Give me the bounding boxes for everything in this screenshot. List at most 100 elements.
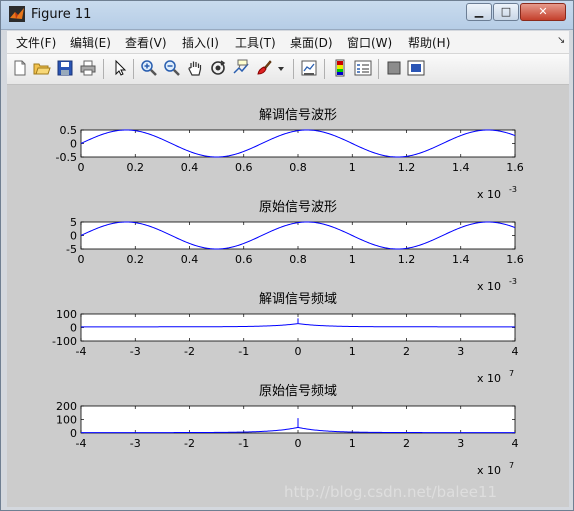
x-tick-label: 0 — [78, 161, 85, 174]
figure-window: Figure 11 ▁ □ ✕ 文件(F) 编辑(E) 查看(V) 插入(I) … — [0, 0, 574, 511]
data-cursor-icon[interactable] — [232, 59, 250, 77]
menu-view[interactable]: 查看(V) — [125, 34, 167, 51]
subplot-title: 解调信号频域 — [259, 292, 337, 307]
y-tick-label: 100 — [56, 414, 77, 427]
brush-icon[interactable] — [255, 59, 273, 77]
x-tick-label: 0.2 — [127, 161, 145, 174]
open-file-icon[interactable] — [33, 59, 51, 77]
save-icon[interactable] — [56, 59, 74, 77]
x-tick-label: -3 — [130, 345, 141, 358]
subplot-2: 原始信号波形0 0.2 0.4 0.6 0.8 1 1.2 1.4 1.650-5x 10 -3 — [66, 200, 524, 293]
x-tick-label: 1 — [349, 161, 356, 174]
x-axis-multiplier-exponent: 7 — [509, 369, 514, 378]
x-axis-multiplier: x 10 — [477, 280, 501, 293]
subplot-1: 解调信号波形0 0.2 0.4 0.6 0.8 1 1.2 1.4 1.60.50-0.5x 1… — [56, 108, 524, 201]
figure-plots: 解调信号波形0 0.2 0.4 0.6 0.8 1 1.2 1.4 1.60.50-0.5x 1… — [52, 108, 524, 501]
hide-plot-tools-icon[interactable] — [385, 59, 403, 77]
x-tick-label: 0 — [78, 253, 85, 266]
y-tick-label: 0 — [70, 427, 77, 440]
x-tick-label: -4 — [76, 437, 87, 450]
insert-legend-icon[interactable] — [354, 59, 372, 77]
x-tick-label: 0 — [295, 437, 302, 450]
x-tick-label: 0.6 — [235, 253, 253, 266]
x-tick-label: 0.8 — [289, 253, 307, 266]
x-axis-multiplier: x 10 — [477, 188, 501, 201]
x-tick-label: 1 — [349, 345, 356, 358]
subplot-3: 解调信号频域-4 -3 -2 -1 0 1 2 3 41000-100x 10 7 — [52, 292, 518, 385]
x-tick-label: 2 — [403, 345, 410, 358]
x-tick-label: -2 — [184, 345, 195, 358]
y-tick-label: 0 — [70, 322, 77, 335]
x-axis-multiplier: x 10 — [477, 464, 501, 477]
x-axis-multiplier-exponent: -3 — [509, 185, 517, 194]
y-tick-label: 0.5 — [60, 124, 78, 137]
insert-colorbar-icon[interactable] — [331, 59, 349, 77]
x-tick-label: 3 — [457, 345, 464, 358]
link-plot-icon[interactable] — [300, 59, 318, 77]
minimize-button[interactable]: ▁ — [466, 3, 492, 21]
y-tick-label: 100 — [56, 308, 77, 321]
x-tick-label: 0.4 — [181, 253, 199, 266]
zoom-out-icon[interactable] — [163, 59, 181, 77]
x-tick-label: 1 — [349, 253, 356, 266]
toolbar-separator — [378, 59, 379, 79]
x-tick-label: 2 — [403, 437, 410, 450]
title-bar[interactable]: Figure 11 ▁ □ ✕ — [1, 1, 573, 30]
x-tick-label: -4 — [76, 345, 87, 358]
axes-box — [80, 221, 516, 250]
subplot-title: 原始信号频域 — [259, 384, 337, 399]
x-tick-label: 1.4 — [452, 253, 470, 266]
show-plot-tools-icon[interactable] — [407, 59, 425, 77]
menu-overflow-icon[interactable]: ↘ — [557, 35, 565, 46]
menu-edit[interactable]: 编辑(E) — [70, 34, 111, 51]
window-title: Figure 11 — [31, 7, 92, 22]
toolbar-separator — [103, 59, 104, 79]
x-tick-label: 0.8 — [289, 161, 307, 174]
y-tick-label: 200 — [56, 400, 77, 413]
x-axis-multiplier: x 10 — [477, 372, 501, 385]
menu-bar: 文件(F) 编辑(E) 查看(V) 插入(I) 工具(T) 桌面(D) 窗口(W… — [7, 31, 569, 54]
figure-canvas: 解调信号波形 0 0.2 0.4 0.6 0.8 1 1.2 1.4 1.6 0.5 0 -0.5 x 1… — [7, 85, 569, 507]
axes-box — [80, 129, 516, 158]
print-icon[interactable] — [79, 59, 97, 77]
x-axis-multiplier-exponent: -3 — [509, 277, 517, 286]
y-tick-label: 5 — [70, 216, 77, 229]
x-tick-label: 4 — [512, 345, 519, 358]
menu-tools[interactable]: 工具(T) — [235, 34, 276, 51]
x-tick-label: -1 — [238, 437, 249, 450]
menu-help[interactable]: 帮助(H) — [408, 34, 450, 51]
x-tick-label: 1.6 — [506, 253, 524, 266]
x-tick-label: 0.4 — [181, 161, 199, 174]
x-tick-label: 0.2 — [127, 253, 145, 266]
y-tick-label: -100 — [52, 335, 77, 348]
axes-box — [80, 313, 516, 342]
x-tick-label: 3 — [457, 437, 464, 450]
brush-dropdown-icon[interactable] — [276, 59, 286, 77]
menu-window[interactable]: 窗口(W) — [347, 34, 392, 51]
x-tick-label: 4 — [512, 437, 519, 450]
x-tick-label: -3 — [130, 437, 141, 450]
y-tick-label: -0.5 — [56, 151, 77, 164]
menu-insert[interactable]: 插入(I) — [182, 34, 219, 51]
menu-file[interactable]: 文件(F) — [16, 34, 56, 51]
maximize-button[interactable]: □ — [493, 3, 519, 21]
y-tick-label: -5 — [66, 243, 77, 256]
toolbar-separator — [293, 59, 294, 79]
x-tick-label: 1.6 — [506, 161, 524, 174]
x-tick-label: 0.6 — [235, 161, 253, 174]
edit-plot-arrow-icon[interactable] — [111, 59, 129, 77]
subplot-title: 原始信号波形 — [259, 200, 337, 215]
rotate-3d-icon[interactable] — [209, 59, 227, 77]
x-tick-label: 1.2 — [398, 161, 416, 174]
toolbar-separator — [324, 59, 325, 79]
figure-toolbar — [7, 54, 569, 85]
x-tick-label: -1 — [238, 345, 249, 358]
new-figure-icon[interactable] — [11, 59, 29, 77]
subplot-4: 原始信号频域-4 -3 -2 -1 0 1 2 3 42001000x 10 7 — [56, 384, 519, 477]
zoom-in-icon[interactable] — [140, 59, 158, 77]
close-button[interactable]: ✕ — [520, 3, 566, 21]
pan-hand-icon[interactable] — [186, 59, 204, 77]
x-tick-label: 1.2 — [398, 253, 416, 266]
x-tick-label: 1 — [349, 437, 356, 450]
menu-desktop[interactable]: 桌面(D) — [290, 34, 333, 51]
